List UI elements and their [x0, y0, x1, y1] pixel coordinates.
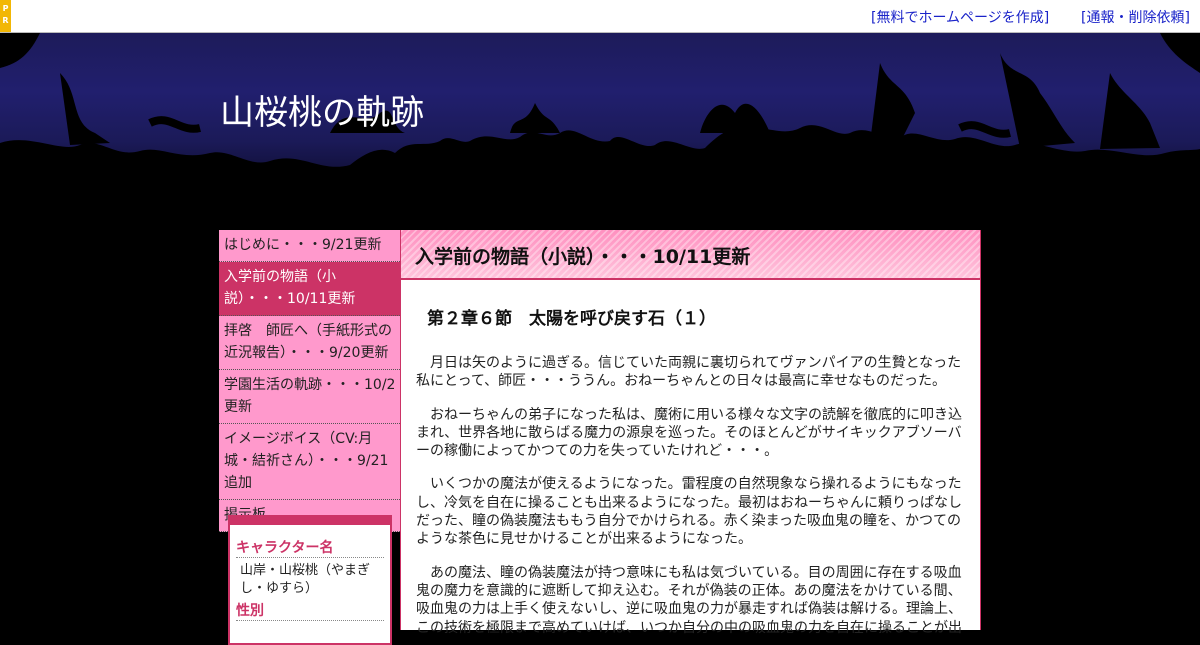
sidebar-nav: はじめに・・・9/21更新 入学前の物語（小説）・・・10/11更新 拝啓 師匠…	[219, 230, 400, 645]
character-name-label: キャラクター名	[236, 539, 384, 558]
gender-label: 性別	[236, 602, 384, 621]
page-heading: 入学前の物語（小説）・・・10/11更新	[401, 230, 980, 280]
story-paragraph: おねーちゃんの弟子になった私は、魔術に用いる様々な文字の読解を徹底的に叩き込まれ…	[416, 406, 962, 460]
create-homepage-link[interactable]: [無料でホームページを作成]	[871, 7, 1049, 27]
story-paragraph: 月日は矢のように過ぎる。信じていた両親に裏切られてヴァンパイアの生贄となった私に…	[416, 355, 962, 390]
section-title: 第２章６節 太陽を呼び戻す石（１）	[427, 309, 716, 329]
sidebar-item-school-life[interactable]: 学園生活の軌跡・・・10/2更新	[219, 370, 400, 424]
main-container: はじめに・・・9/21更新 入学前の物語（小説）・・・10/11更新 拝啓 師匠…	[219, 230, 981, 645]
character-profile-box: キャラクター名 山岸・山桜桃（やまぎし・ゆすら） 性別	[228, 515, 392, 645]
sidebar-item-intro[interactable]: はじめに・・・9/21更新	[219, 230, 400, 262]
sidebar-item-prologue-novel[interactable]: 入学前の物語（小説）・・・10/11更新	[219, 262, 400, 316]
report-link[interactable]: [通報・削除依頼]	[1081, 7, 1190, 27]
character-name-value: 山岸・山桜桃（やまぎし・ゆすら）	[240, 563, 371, 596]
sidebar-item-letters[interactable]: 拝啓 師匠へ（手紙形式の近況報告）・・・9/20更新	[219, 316, 400, 370]
pr-badge[interactable]: P R	[0, 0, 11, 32]
site-title[interactable]: 山桜桃の軌跡	[220, 85, 424, 134]
site-header: 山桜桃の軌跡	[0, 33, 1200, 230]
castle-silhouette	[0, 33, 1200, 230]
top-pr-bar: P R [無料でホームページを作成] [通報・削除依頼]	[0, 0, 1200, 33]
story-paragraph: いくつかの魔法が使えるようになった。雷程度の自然現象なら操れるようにもなったし、…	[416, 476, 962, 548]
main-content: 入学前の物語（小説）・・・10/11更新 第２章６節 太陽を呼び戻す石（１） 月…	[400, 230, 981, 636]
sidebar-item-image-voice[interactable]: イメージボイス（CV:月城・結祈さん）・・・9/21追加	[219, 424, 400, 500]
story-paragraph: あの魔法、瞳の偽装魔法が持つ意味にも私は気づいている。目の周囲に存在する吸血鬼の…	[416, 564, 962, 636]
